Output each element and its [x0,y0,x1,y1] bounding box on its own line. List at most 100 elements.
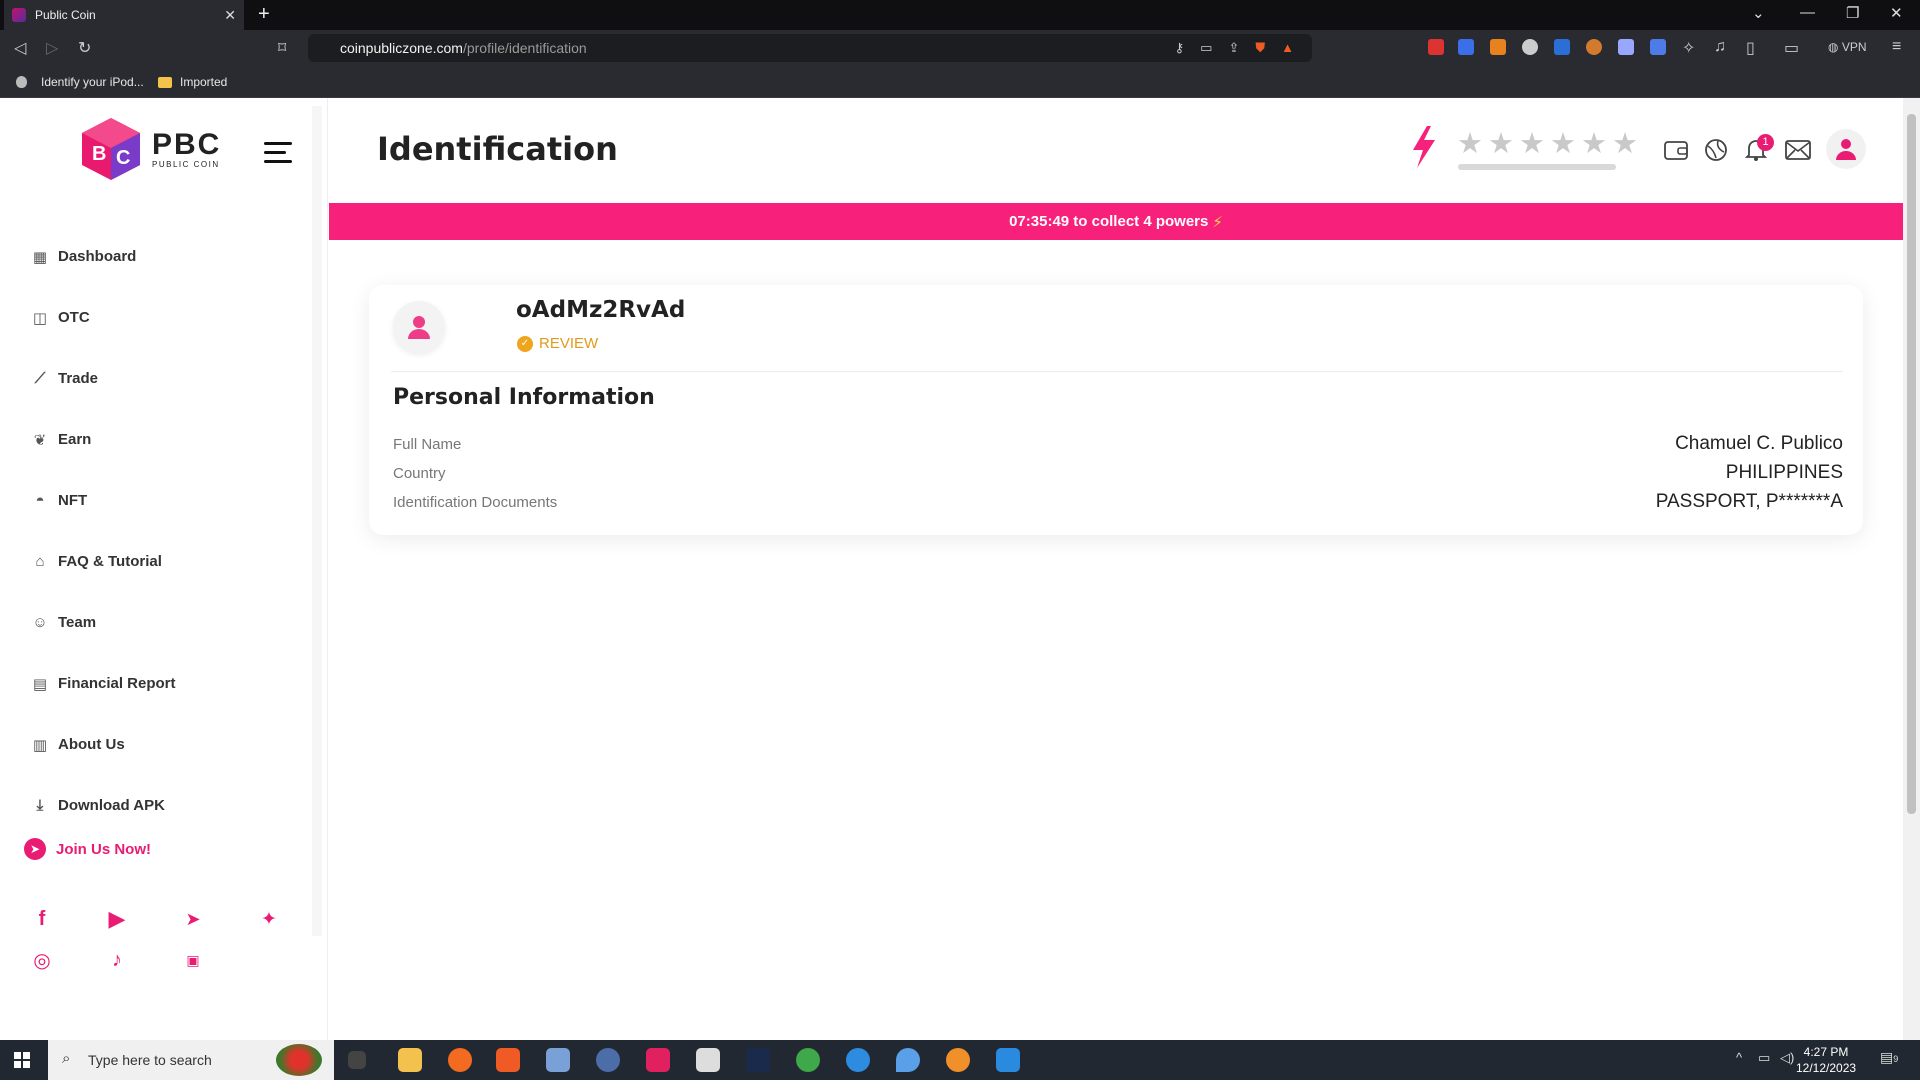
folder-icon [158,76,172,88]
sidebar-scrollbar[interactable] [312,106,322,936]
chart-icon: ◫ [32,309,48,327]
document-icon: ▥ [32,736,48,754]
brave-icon[interactable] [496,1048,520,1072]
brave-shield-icon[interactable]: ⛊ [1255,40,1265,56]
sidebar-toggle-icon[interactable]: ▯ [1746,38,1755,58]
task-view-icon[interactable] [348,1051,366,1069]
join-us-link[interactable]: ➤ Join Us Now! [24,838,151,860]
browser-tab-strip: Public Coin ✕ + ⌄ — ❐ ✕ [0,0,1920,30]
back-icon[interactable]: ◁ [14,38,26,58]
page-title: Identification [377,130,618,168]
facebook-icon[interactable]: f [29,906,55,932]
globe-icon[interactable] [1702,136,1730,164]
tiktok-icon[interactable]: ♪ [104,947,130,973]
info-value: PHILIPPINES [1725,462,1843,483]
sidebar-item-about-us[interactable]: ▥ About Us [30,714,176,775]
address-bar[interactable]: coinpubliczone.com/profile/identificatio… [308,34,1312,62]
extensions-puzzle-icon[interactable]: ✧ [1682,38,1695,58]
wallet-icon[interactable]: ▭ [1784,38,1799,58]
reload-icon[interactable]: ↻ [78,38,91,58]
cast-icon[interactable]: ▭ [1200,40,1212,56]
extension-icon[interactable] [1522,39,1538,55]
action-center-icon[interactable]: ▤9 [1880,1049,1898,1066]
sidebar-item-label: Team [58,614,97,631]
app-icon[interactable] [846,1048,870,1072]
minimize-icon[interactable]: — [1800,4,1815,21]
app-icon[interactable] [696,1048,720,1072]
wallet-icon[interactable] [1662,136,1690,164]
forward-icon[interactable]: ▷ [46,38,58,58]
taskbar-search-input[interactable]: ⌕ Type here to search [48,1040,334,1080]
page-scrollbar[interactable] [1903,98,1920,1040]
tab-search-icon[interactable]: ⌄ [1752,4,1765,22]
telegram-icon[interactable]: ➤ [180,906,206,932]
sidebar-item-download-apk[interactable]: ⤓ Download APK [30,775,176,836]
app-icon[interactable] [646,1048,670,1072]
notepad-icon[interactable] [546,1048,570,1072]
instagram-icon[interactable]: ◎ [29,947,55,973]
youtube-icon[interactable]: ▶ [104,906,130,932]
app-icon[interactable] [896,1048,920,1072]
extension-icon[interactable] [1586,39,1602,55]
mail-icon[interactable] [1784,136,1812,164]
extension-icon[interactable] [1650,39,1666,55]
sidebar-item-nft[interactable]: ◓ NFT [30,470,176,531]
pbc-logo-icon: B C [78,116,144,182]
photos-icon[interactable] [996,1048,1020,1072]
site-favicon-icon [12,8,26,22]
file-explorer-icon[interactable] [398,1048,422,1072]
firefox-icon[interactable] [448,1048,472,1072]
star-icon: ★ [1581,128,1607,160]
sidebar-item-financial-report[interactable]: ▤ Financial Report [30,653,176,714]
metamask-icon[interactable] [1490,39,1506,55]
sidebar-item-label: Download APK [58,797,165,814]
media-icon[interactable]: ♫ [1714,38,1726,56]
extension-icon[interactable] [1458,39,1474,55]
apple-icon [16,76,27,88]
extension-icon[interactable] [1554,39,1570,55]
network-icon[interactable]: ▭ [1758,1050,1770,1066]
browser-menu-icon[interactable]: ≡ [1892,38,1901,56]
star-icon: ★ [1550,128,1576,160]
windows-start-icon[interactable] [14,1052,30,1068]
user-avatar-icon[interactable] [1826,129,1866,169]
search-app-icon[interactable] [946,1048,970,1072]
sidebar-item-faq[interactable]: ⌂ FAQ & Tutorial [30,531,176,592]
volume-icon[interactable]: ◁) [1780,1050,1794,1066]
sidebar-item-trade[interactable]: ⟋ Trade [30,348,176,409]
logo[interactable]: B C PBC PUBLIC COIN [78,116,221,182]
app-icon[interactable] [596,1048,620,1072]
join-label: Join Us Now! [56,840,152,858]
svg-text:B: B [92,143,106,165]
extension-icon[interactable] [1428,39,1444,55]
vpn-button[interactable]: ◍ VPN [1828,40,1867,54]
power-bolt-icon[interactable] [1409,126,1437,173]
edge-icon[interactable] [796,1048,820,1072]
sidebar-item-team[interactable]: ☺ Team [30,592,176,653]
taskbar-clock[interactable]: 4:27 PM 12/12/2023 [1796,1044,1856,1076]
bookmark-item[interactable]: Identify your iPod... [16,75,144,89]
powershell-icon[interactable] [746,1048,770,1072]
sidebar-item-dashboard[interactable]: ▦ Dashboard [30,226,176,287]
scrollbar-thumb[interactable] [1907,114,1916,814]
twitter-icon[interactable]: ✦ [256,906,282,932]
key-icon[interactable]: ⚷ [1175,40,1185,56]
menu-toggle-icon[interactable] [264,142,292,169]
new-tab-icon[interactable]: + [258,3,270,26]
extension-icon[interactable] [1618,39,1634,55]
sidebar-item-otc[interactable]: ◫ OTC [30,287,176,348]
browser-tab[interactable]: Public Coin ✕ [4,0,244,30]
bookmark-icon[interactable]: ⌑ [278,38,286,58]
maximize-icon[interactable]: ❐ [1846,4,1859,22]
bookmark-folder[interactable]: Imported [158,75,227,89]
hat-icon: ⌂ [35,553,45,570]
brave-rewards-icon[interactable]: ▲ [1281,40,1294,56]
tray-chevron-icon[interactable]: ^ [1736,1050,1742,1065]
exchange-icon[interactable]: ▣ [180,947,206,973]
profile-avatar-icon[interactable] [393,301,445,353]
share-icon[interactable]: ⇪ [1228,40,1239,56]
close-tab-icon[interactable]: ✕ [224,7,236,24]
browser-toolbar: ◁ ▷ ↻ ⌑ coinpubliczone.com/profile/ident… [0,30,1920,66]
close-window-icon[interactable]: ✕ [1890,4,1903,22]
sidebar-item-earn[interactable]: ❦ Earn [30,409,176,470]
